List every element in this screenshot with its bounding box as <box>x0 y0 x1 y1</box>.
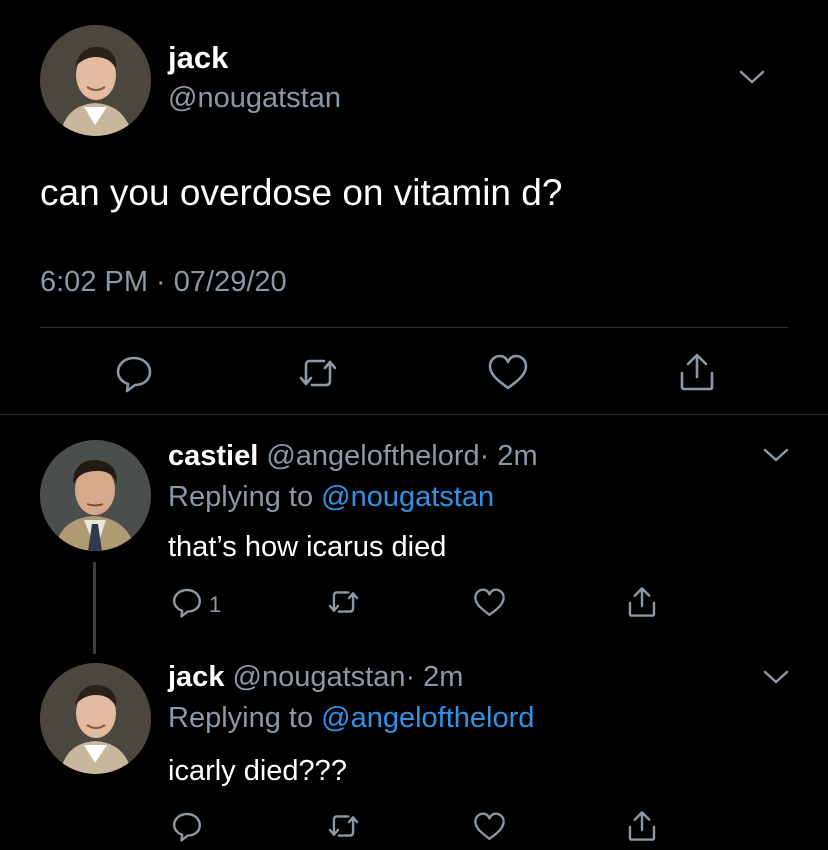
reply-icon[interactable] <box>171 586 203 618</box>
share-icon[interactable] <box>626 809 658 843</box>
chevron-down-icon[interactable] <box>762 668 790 686</box>
share-icon[interactable] <box>677 351 717 393</box>
reply-text: icarly died??? <box>168 755 347 787</box>
replying-prefix: Replying to <box>168 702 322 734</box>
replying-to-handle[interactable]: @nougatstan <box>321 481 494 513</box>
handle[interactable]: @angelofthelord <box>266 440 479 472</box>
retweet-icon[interactable] <box>326 810 361 842</box>
like-icon[interactable] <box>487 353 529 393</box>
share-icon[interactable] <box>626 585 658 619</box>
display-name[interactable]: jack <box>168 661 224 693</box>
like-icon[interactable] <box>473 587 506 619</box>
tweet-text: can you overdose on vitamin d? <box>40 172 563 213</box>
reply-header: castiel @angelofthelord· 2m <box>168 440 538 473</box>
retweet-icon[interactable] <box>326 586 361 618</box>
reply-text: that’s how icarus died <box>168 531 447 563</box>
avatar[interactable] <box>40 25 151 136</box>
avatar[interactable] <box>40 440 151 551</box>
divider <box>0 414 828 415</box>
display-name[interactable]: castiel <box>168 440 258 472</box>
avatar[interactable] <box>40 663 151 774</box>
chevron-down-icon[interactable] <box>738 68 766 86</box>
reply-time: · 2m <box>405 661 464 693</box>
retweet-icon[interactable] <box>296 353 340 393</box>
reply-icon[interactable] <box>114 353 154 393</box>
reply-time: · 2m <box>479 440 538 472</box>
reply-icon[interactable] <box>171 810 203 842</box>
divider <box>40 327 788 328</box>
replying-to: Replying to @angelofthelord <box>168 702 534 735</box>
handle[interactable]: @nougatstan <box>233 661 406 693</box>
replying-to-handle[interactable]: @angelofthelord <box>321 702 534 734</box>
timestamp: 6:02 PM · 07/29/20 <box>40 266 287 298</box>
thread-line <box>93 562 96 654</box>
chevron-down-icon[interactable] <box>762 446 790 464</box>
handle[interactable]: @nougatstan <box>168 82 341 115</box>
display-name[interactable]: jack <box>168 40 228 76</box>
reply-count: 1 <box>209 592 222 617</box>
replying-to: Replying to @nougatstan <box>168 481 494 514</box>
reply-header: jack @nougatstan· 2m <box>168 661 463 694</box>
replying-prefix: Replying to <box>168 481 322 513</box>
like-icon[interactable] <box>473 811 506 843</box>
